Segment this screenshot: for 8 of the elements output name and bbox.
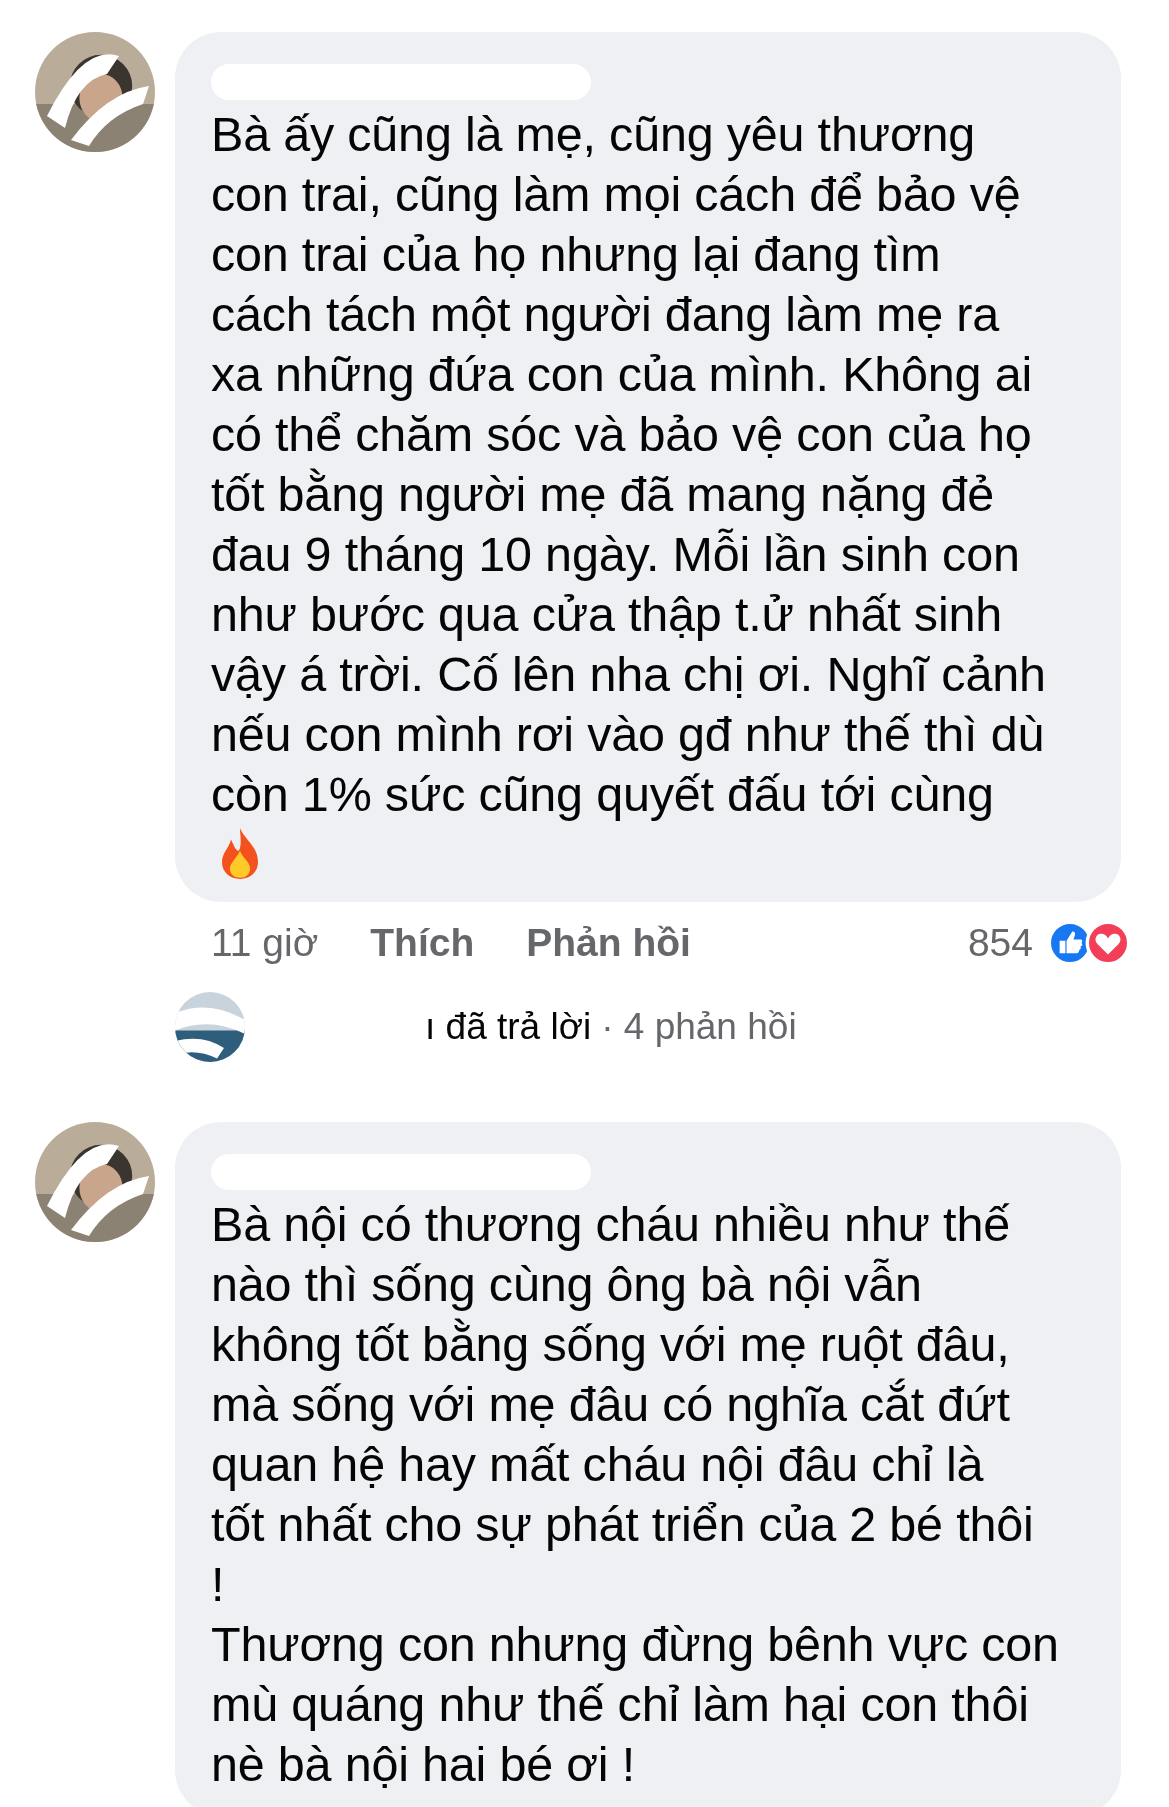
comment-time: 11 giờ	[211, 921, 319, 965]
like-link[interactable]: Thích	[370, 921, 475, 965]
comment-text: Bà nội có thương cháu nhiều như thế nào thì sống cùng ông bà nội vẫn không tốt bằng sống với mẹ ruột đâu, mà sống với mẹ đâu có nghĩa cắt đứt quan hệ hay mất cháu nội đâu chỉ là tốt nhất cho sự phát triển của 2 bé thôi ! Thương con nhưng đừng bênh vực con mù quáng như thế chỉ làm hại con thôi nè bà nội hai bé ơi !	[211, 1196, 1060, 1793]
reaction-count: 854	[967, 921, 1033, 965]
replier-name[interactable]: ı đã trả lời	[425, 1006, 592, 1048]
reply-link[interactable]: Phản hồi	[526, 921, 691, 965]
reply-count[interactable]: · 4 phản hồi	[601, 1006, 797, 1048]
comment-text: Bà ấy cũng là mẹ, cũng yêu thương con trai, cũng làm mọi cách để bảo vệ con trai của họ nhưng lại đang tìm cách tách một người đang làm mẹ ra xa những đứa con của mình. Không ai có thể chăm sóc và bảo vệ con của họ tốt bằng người mẹ đã mang nặng đẻ đau 9 tháng 10 ngày. Mỗi lần sinh con như bước qua cửa thập t.ử nhất sinh vậy á trời. Cố lên nha chị ơi. Nghĩ cảnh nếu con mình rơi vào gđ như thế thì dù còn 1% sức cũng quyết đấu tới cùng	[211, 106, 1047, 823]
